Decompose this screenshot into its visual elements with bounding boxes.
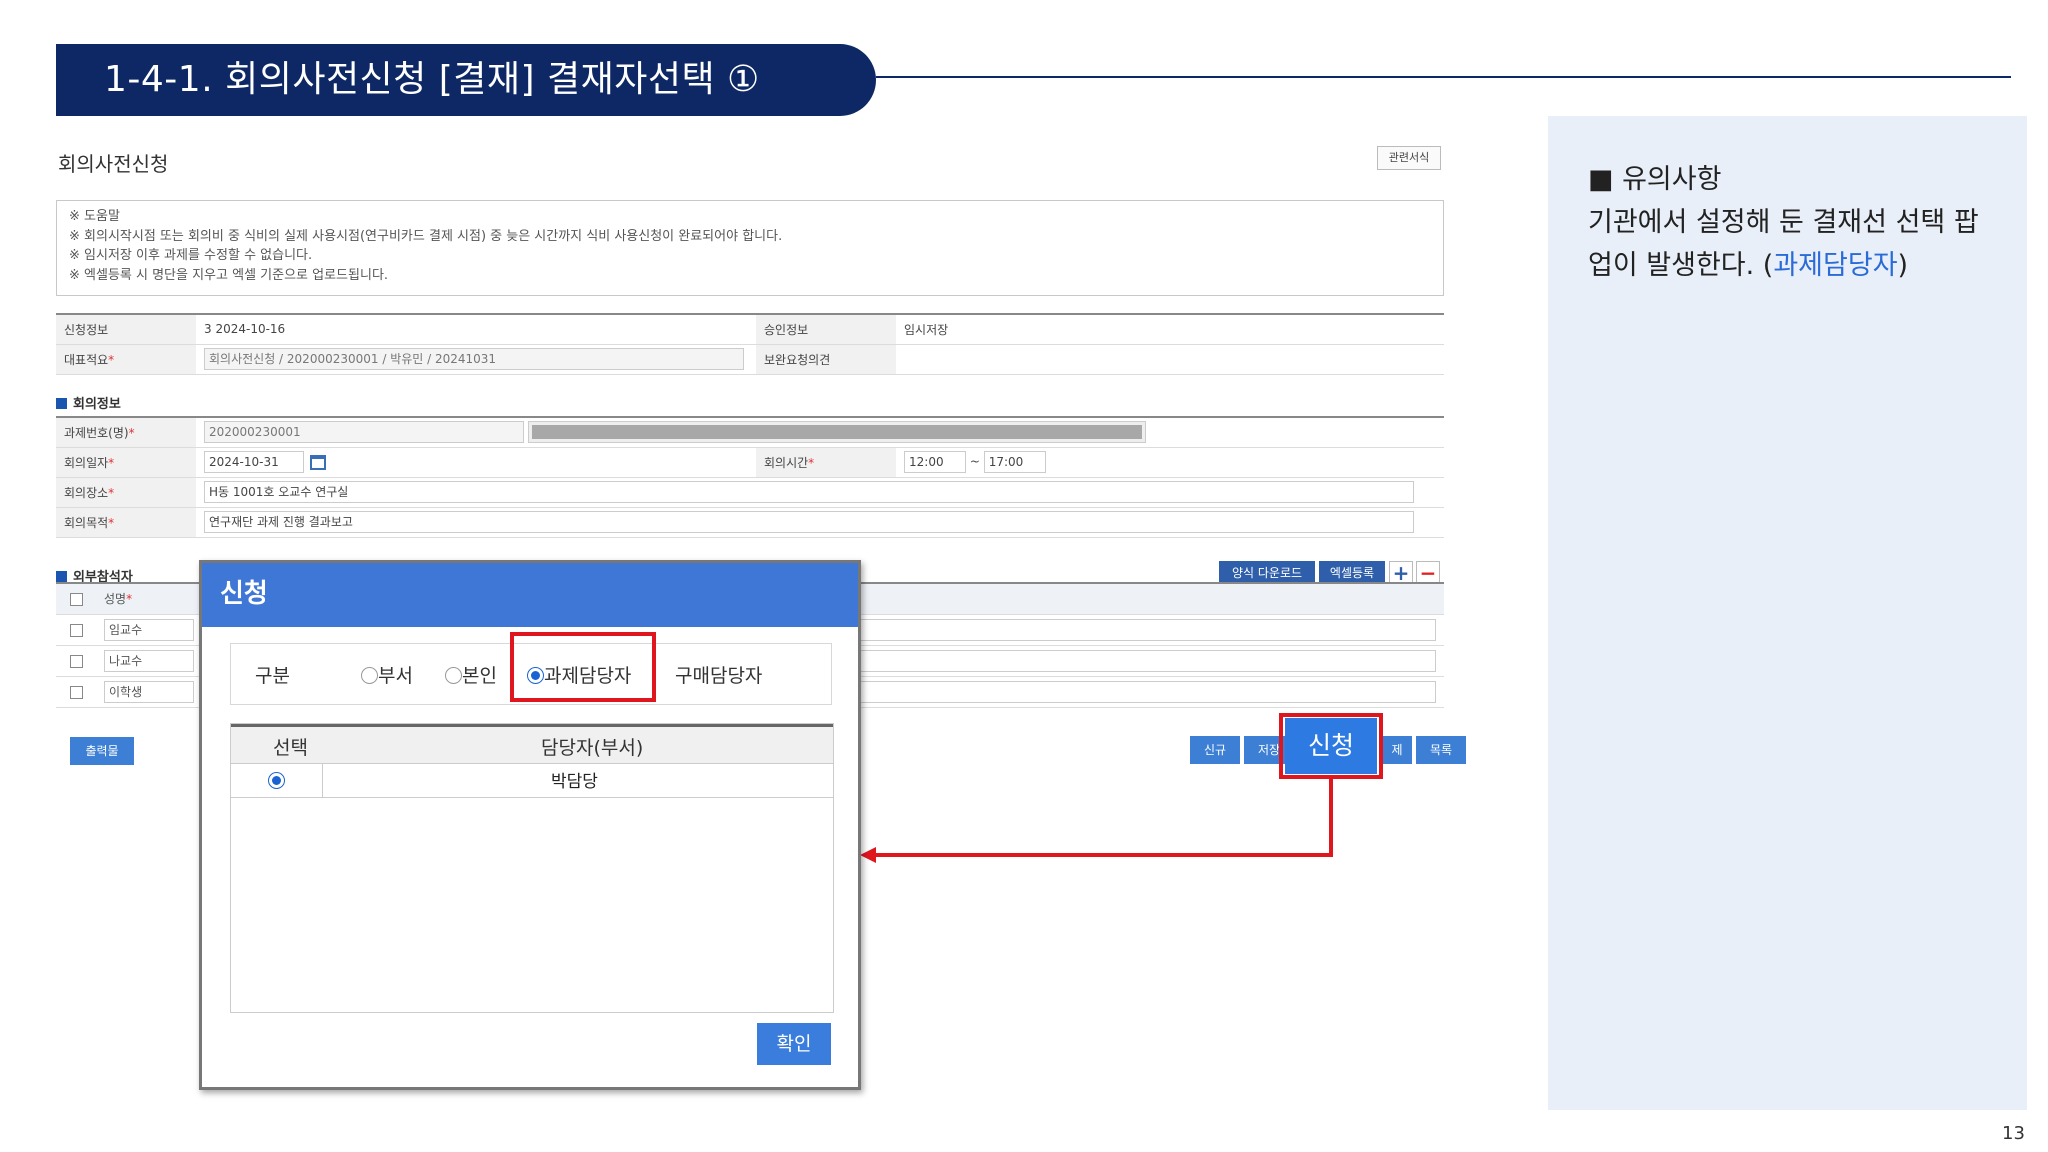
option-highlight-box (510, 632, 656, 702)
grid-header: 선택 담당자(부서) (231, 724, 833, 764)
radio-icon[interactable] (445, 667, 462, 684)
modal-title: 신청 (202, 563, 858, 627)
page-number: 13 (2002, 1123, 2025, 1144)
table-row[interactable]: 박담당 (231, 764, 833, 798)
type-label: 구분 (255, 665, 290, 687)
manager-name: 박담당 (551, 772, 598, 792)
confirm-button[interactable]: 확인 (757, 1023, 831, 1065)
grid-header-select: 선택 (273, 737, 308, 759)
option-department[interactable]: 부서 (361, 661, 413, 688)
grid-header-manager: 담당자(부서) (541, 737, 644, 759)
note-panel: ■ 유의사항 기관에서 설정해 둔 결재선 선택 팝업이 발생한다. (과제담당… (1548, 116, 2027, 1110)
note-heading: ■ 유의사항 (1588, 164, 1722, 195)
radio-icon[interactable] (361, 667, 378, 684)
option-self[interactable]: 본인 (445, 661, 497, 688)
option-purchase-manager[interactable]: 구매담당자 (675, 661, 762, 688)
manager-grid: 선택 담당자(부서) 박담당 (230, 723, 834, 1013)
radio-selected-icon[interactable] (268, 772, 285, 789)
note-body: 기관에서 설정해 둔 결재선 선택 팝업이 발생한다. (과제담당자) (1588, 207, 1979, 281)
note-accent: 과제담당자 (1773, 250, 1898, 281)
